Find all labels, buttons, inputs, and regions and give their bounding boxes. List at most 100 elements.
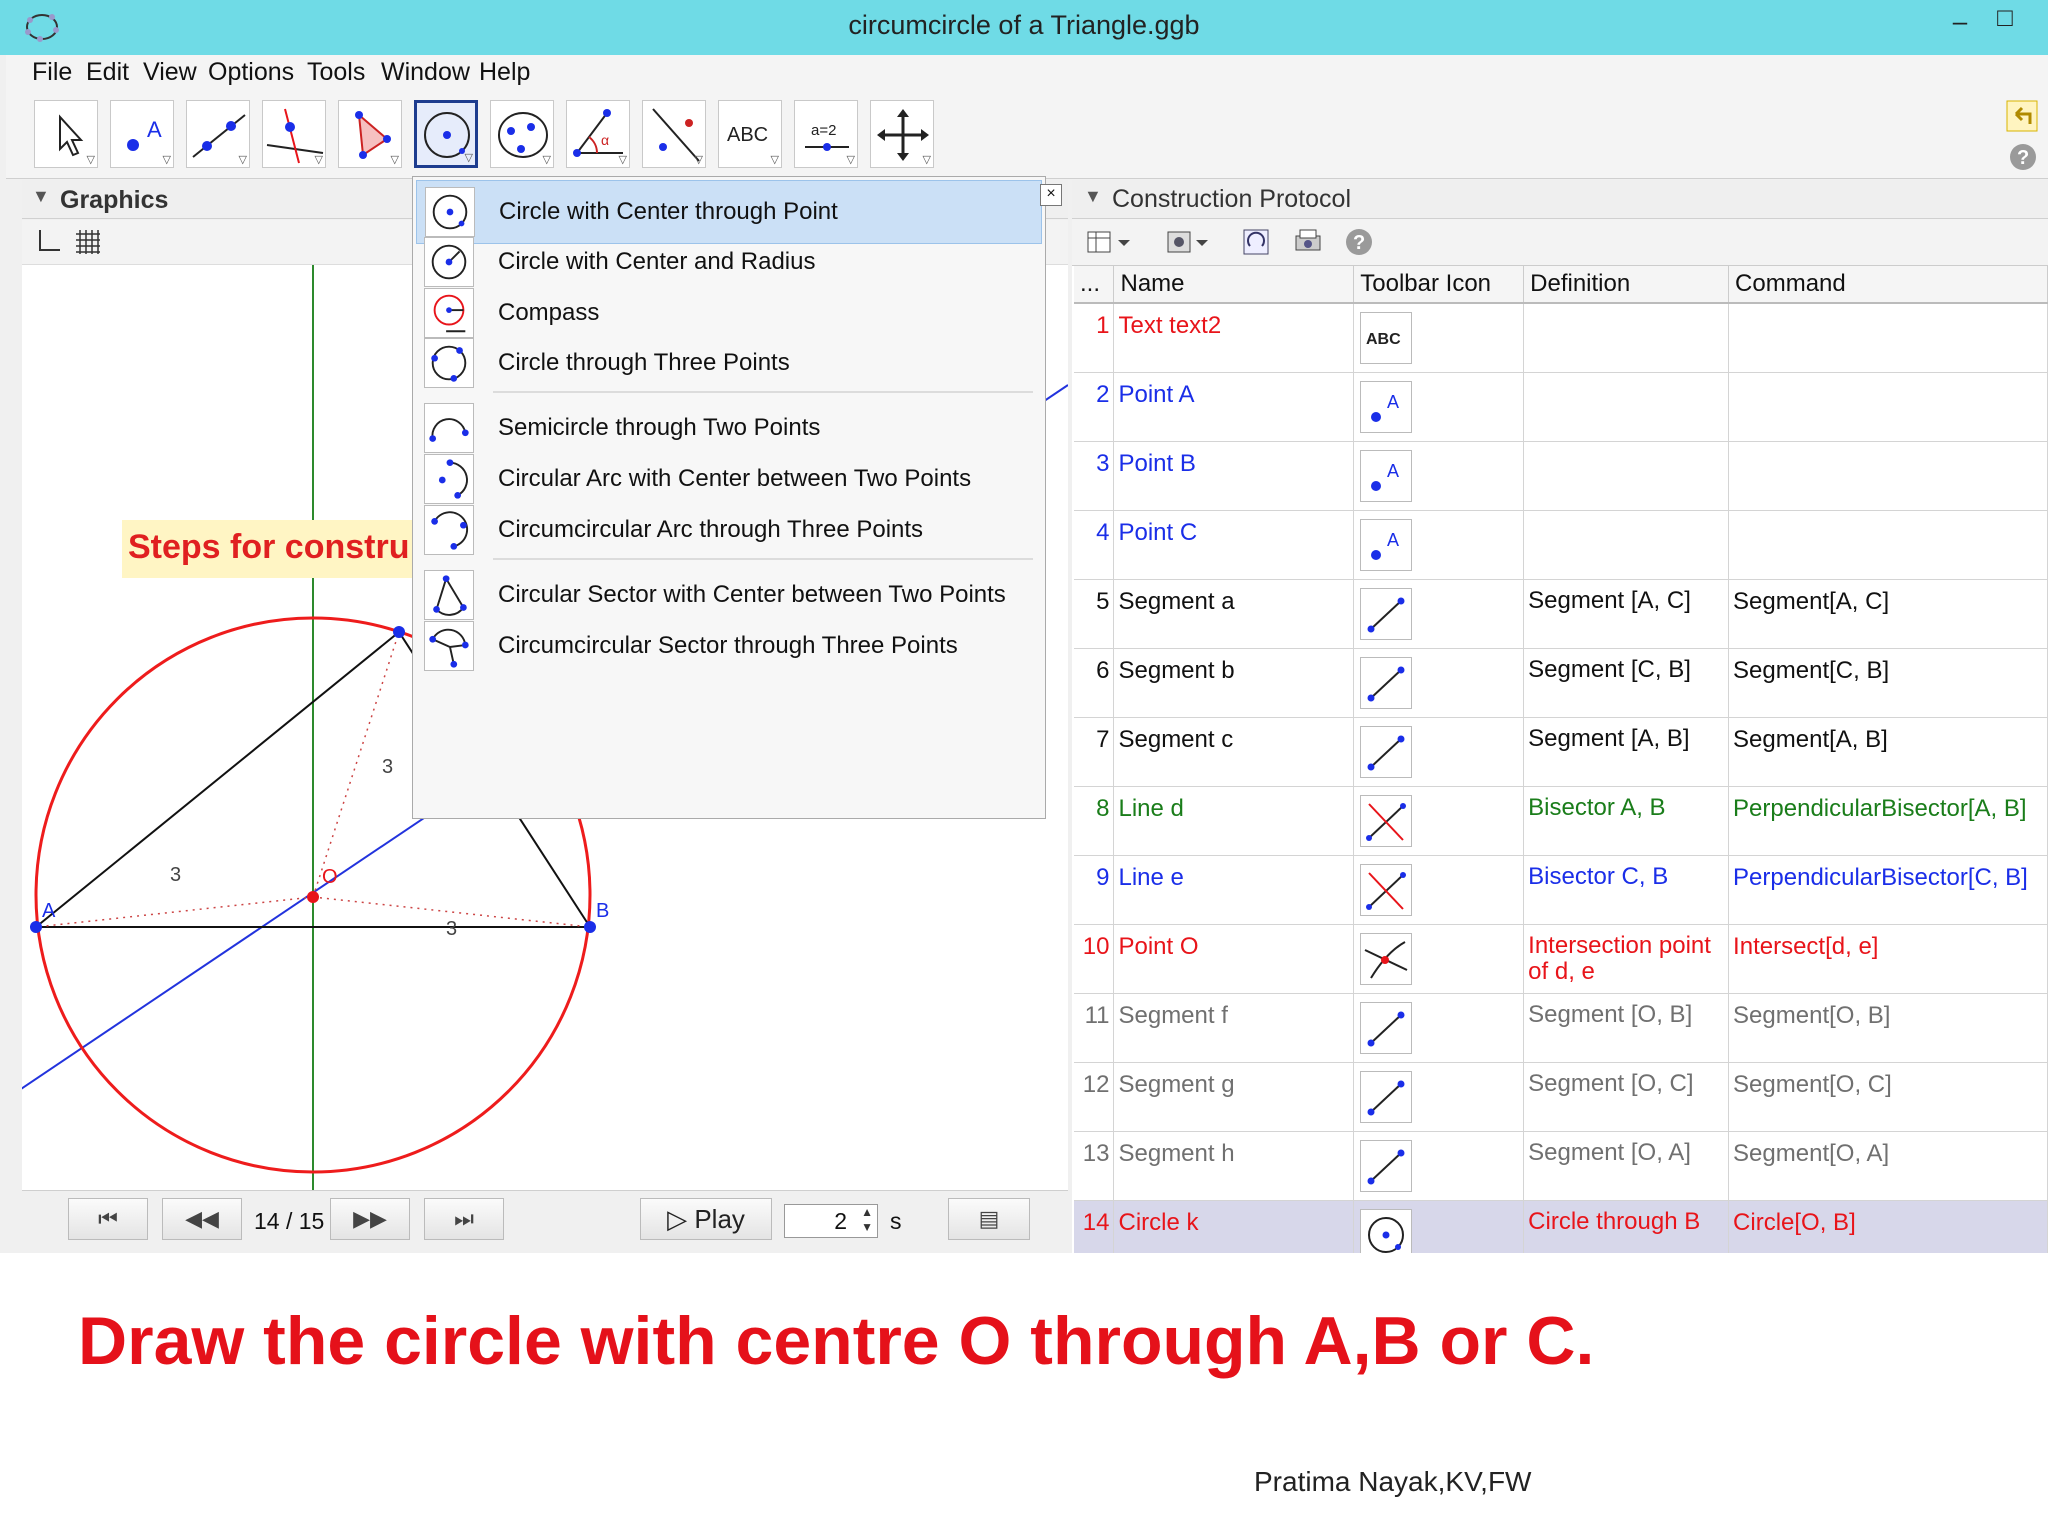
cell-command: Intersect[d, e] <box>1728 924 2048 994</box>
column-header-number[interactable]: ... <box>1074 266 1115 304</box>
cell-name: Segment c <box>1113 717 1355 787</box>
column-header-name[interactable]: Name <box>1113 266 1355 304</box>
table-row[interactable]: 9 Line e Bisector C, B PerpendicularBisecto… <box>1074 855 2048 925</box>
cell-name: Line d <box>1113 786 1355 856</box>
menu-file[interactable]: File <box>32 58 72 87</box>
undo-icon[interactable] <box>2006 100 2038 132</box>
label-a: A <box>42 900 56 922</box>
collapse-triangle-icon[interactable]: ▼ <box>32 186 50 207</box>
table-row[interactable]: 14 Circle k Circle through B Circle[O, B] <box>1074 1200 2048 1253</box>
next-step-button[interactable]: ▶▶ <box>330 1198 410 1240</box>
table-row[interactable]: 13 Segment h Segment [O, A] Segment[O, A] <box>1074 1131 2048 1201</box>
reflect-tool-button[interactable]: ▽ <box>642 100 706 168</box>
cell-toolbar-icon <box>1353 855 1525 925</box>
perpendicular-tool-button[interactable]: ▽ <box>262 100 326 168</box>
speed-unit: s <box>890 1208 902 1234</box>
dropdown-item-circumcircular-arc[interactable]: Circumcircular Arc through Three Points <box>416 499 1042 563</box>
cell-number: 12 <box>1074 1062 1115 1132</box>
export-menu-icon[interactable] <box>1164 228 1214 256</box>
protocol-toggle-button[interactable]: ▤ <box>948 1198 1030 1240</box>
circle-center-point-icon <box>432 194 468 230</box>
maximize-icon[interactable]: □ <box>1985 2 2025 33</box>
help-icon[interactable]: ? <box>2008 142 2038 172</box>
menu-edit[interactable]: Edit <box>86 58 129 87</box>
circle-center-radius-icon <box>431 244 467 280</box>
play-button[interactable]: ▷ Play <box>640 1198 772 1240</box>
table-row[interactable]: 12 Segment g Segment [O, C] Segment[O, C] <box>1074 1062 2048 1132</box>
polygon-tool-button[interactable]: ▽ <box>338 100 402 168</box>
conic-tool-button[interactable]: ▽ <box>490 100 554 168</box>
table-row[interactable]: 2 Point A A <box>1074 372 2048 442</box>
menu-view[interactable]: View <box>143 58 197 87</box>
table-row[interactable]: 1 Text text2 ABC <box>1074 303 2048 373</box>
column-header-toolbar-icon[interactable]: Toolbar Icon <box>1353 266 1525 304</box>
dropdown-item-label: Compass <box>498 299 600 326</box>
dropdown-icon-box <box>424 403 474 453</box>
table-row[interactable]: 10 Point O Intersection point of d, e Inter… <box>1074 924 2048 994</box>
cell-definition: Segment [O, C] <box>1523 1062 1730 1132</box>
cell-command: Segment[O, A] <box>1728 1131 2048 1201</box>
columns-menu-icon[interactable] <box>1086 228 1136 256</box>
dropdown-icon-box <box>424 570 474 620</box>
spinner-arrows-icon[interactable]: ▲ ▼ <box>861 1205 873 1235</box>
cell-number: 2 <box>1074 372 1115 442</box>
menu-options[interactable]: Options <box>208 58 294 87</box>
toolbar-icon-box: A <box>1360 518 1413 571</box>
previous-step-button[interactable]: ◀◀ <box>162 1198 242 1240</box>
dropdown-item-circumcircular-sector[interactable]: Circumcircular Sector through Three Poin… <box>416 615 1042 679</box>
point-tool-button[interactable]: A ▽ <box>110 100 174 168</box>
svg-text:A: A <box>1387 392 1399 412</box>
table-row[interactable]: 7 Segment c Segment [A, B] Segment[A, B] <box>1074 717 2048 787</box>
circle-tool-button[interactable]: ▽ <box>414 100 478 168</box>
cell-name: Segment b <box>1113 648 1355 718</box>
help-icon[interactable]: ? <box>1344 226 1376 258</box>
angle-tool-button[interactable]: α ▽ <box>566 100 630 168</box>
cell-name: Line e <box>1113 855 1355 925</box>
first-step-button[interactable]: ⏮ <box>68 1198 148 1240</box>
speed-spinner[interactable]: 2 ▲ ▼ <box>784 1204 878 1238</box>
cell-command: PerpendicularBisector[A, B] <box>1728 786 2048 856</box>
refresh-icon[interactable] <box>1240 226 1272 258</box>
slider-tool-button[interactable]: a=2 ▽ <box>794 100 858 168</box>
circle-center-point-icon <box>1368 1216 1405 1253</box>
move-graphics-tool-button[interactable]: ▽ <box>870 100 934 168</box>
dropdown-item-label: Circumcircular Arc through Three Points <box>498 516 924 543</box>
table-row[interactable]: 11 Segment f Segment [O, B] Segment[O, B] <box>1074 993 2048 1063</box>
cell-command: Segment[O, C] <box>1728 1062 2048 1132</box>
dropdown-icon-box <box>424 621 474 671</box>
cell-name: Point B <box>1113 441 1355 511</box>
table-row[interactable]: 4 Point C A <box>1074 510 2048 580</box>
dropdown-item-circle-three-points[interactable]: Circle through Three Points <box>416 332 1042 396</box>
svg-text:?: ? <box>2017 147 2029 169</box>
line-tool-button[interactable]: ▽ <box>186 100 250 168</box>
close-icon[interactable]: × <box>1040 184 1062 206</box>
label-o: O <box>322 866 338 888</box>
axes-toggle-icon[interactable] <box>34 228 62 256</box>
text-tool-button[interactable]: ABC ▽ <box>718 100 782 168</box>
point-c <box>393 626 405 638</box>
cell-name: Circle k <box>1113 1200 1355 1253</box>
perpendicular-bisector-icon <box>1366 802 1407 841</box>
cell-name: Point C <box>1113 510 1355 580</box>
table-row[interactable]: 8 Line d Bisector A, B PerpendicularBisecto… <box>1074 786 2048 856</box>
cell-toolbar-icon <box>1353 924 1525 994</box>
grid-toggle-icon[interactable] <box>74 228 102 256</box>
menu-tools[interactable]: Tools <box>307 58 365 87</box>
table-row[interactable]: 5 Segment a Segment [A, C] Segment[A, C] <box>1074 579 2048 649</box>
column-header-command[interactable]: Command <box>1728 266 2048 304</box>
move-tool-button[interactable]: ▽ <box>34 100 98 168</box>
last-step-button[interactable]: ⏭ <box>424 1198 504 1240</box>
segment-length-label: 3 <box>170 864 181 886</box>
menu-window[interactable]: Window <box>381 58 470 87</box>
collapse-triangle-icon[interactable]: ▼ <box>1084 186 1102 207</box>
dropdown-icon-box <box>424 237 474 287</box>
minimize-icon[interactable]: – <box>1940 6 1980 37</box>
column-header-definition[interactable]: Definition <box>1523 266 1730 304</box>
cell-number: 11 <box>1074 993 1115 1063</box>
dropdown-item-label: Circle through Three Points <box>498 349 790 376</box>
menu-help[interactable]: Help <box>479 58 530 87</box>
table-row[interactable]: 3 Point B A <box>1074 441 2048 511</box>
table-row[interactable]: 6 Segment b Segment [C, B] Segment[C, B] <box>1074 648 2048 718</box>
play-label: Play <box>694 1204 745 1234</box>
print-preview-icon[interactable] <box>1292 226 1324 258</box>
